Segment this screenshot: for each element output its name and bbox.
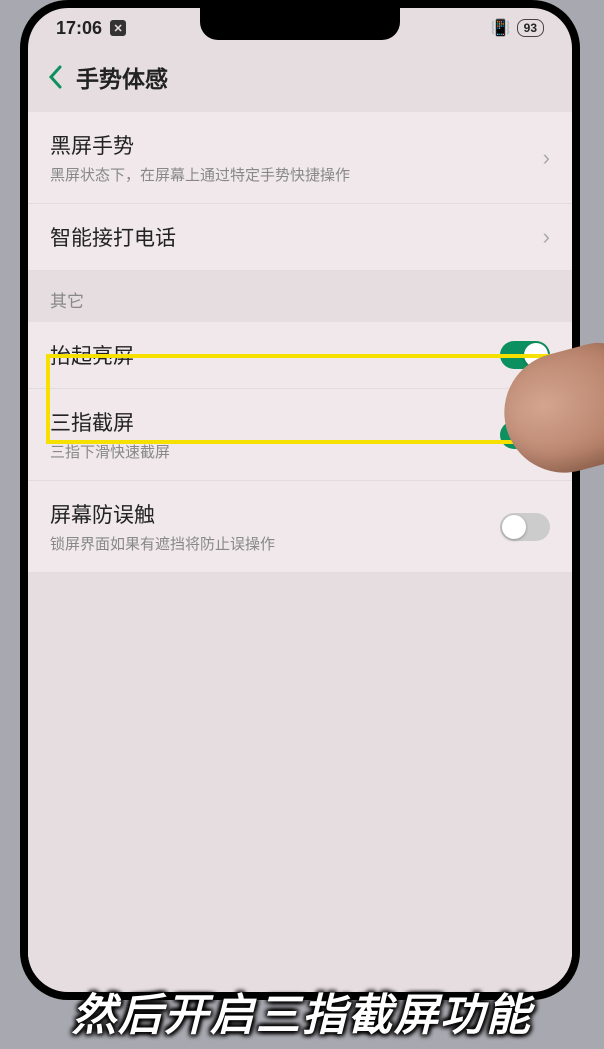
item-subtitle: 三指下滑快速截屏 [50,441,500,462]
page-title: 手势体感 [76,60,168,94]
phone-screen: 17:06 ✕ 📳 93 手势体感 黑屏手势 黑屏状态下，在屏幕上通过特定手势快… [28,8,572,992]
item-three-finger-screenshot[interactable]: 三指截屏 三指下滑快速截屏 [28,389,572,481]
close-icon: ✕ [110,20,126,36]
item-raise-to-wake[interactable]: 抬起亮屏 [28,322,572,389]
video-caption: 然后开启三指截屏功能 [0,979,604,1043]
item-subtitle: 锁屏界面如果有遮挡将防止误操作 [50,533,500,554]
battery-indicator: 93 [517,19,544,37]
empty-area [28,573,572,973]
chevron-right-icon: › [543,145,550,171]
vibrate-icon: 📳 [491,18,511,38]
item-title: 黑屏手势 [50,130,543,160]
notch [200,8,400,40]
item-title: 抬起亮屏 [50,340,500,370]
item-subtitle: 黑屏状态下，在屏幕上通过特定手势快捷操作 [50,164,543,185]
settings-list: 黑屏手势 黑屏状态下，在屏幕上通过特定手势快捷操作 › 智能接打电话 › 其它 … [28,112,572,973]
item-title: 三指截屏 [50,407,500,437]
item-black-screen-gesture[interactable]: 黑屏手势 黑屏状态下，在屏幕上通过特定手势快捷操作 › [28,112,572,204]
item-anti-mistouch[interactable]: 屏幕防误触 锁屏界面如果有遮挡将防止误操作 [28,481,572,573]
item-title: 智能接打电话 [50,222,543,252]
back-button[interactable] [48,65,62,89]
toggle-anti-mistouch[interactable] [500,513,550,541]
toggle-knob [502,515,526,539]
phone-frame: 17:06 ✕ 📳 93 手势体感 黑屏手势 黑屏状态下，在屏幕上通过特定手势快… [20,0,580,1000]
chevron-left-icon [48,65,62,89]
chevron-right-icon: › [543,224,550,250]
status-time: 17:06 [56,18,102,39]
item-title: 屏幕防误触 [50,499,500,529]
item-smart-call[interactable]: 智能接打电话 › [28,204,572,271]
section-label-other: 其它 [28,271,572,322]
page-header: 手势体感 [28,48,572,112]
